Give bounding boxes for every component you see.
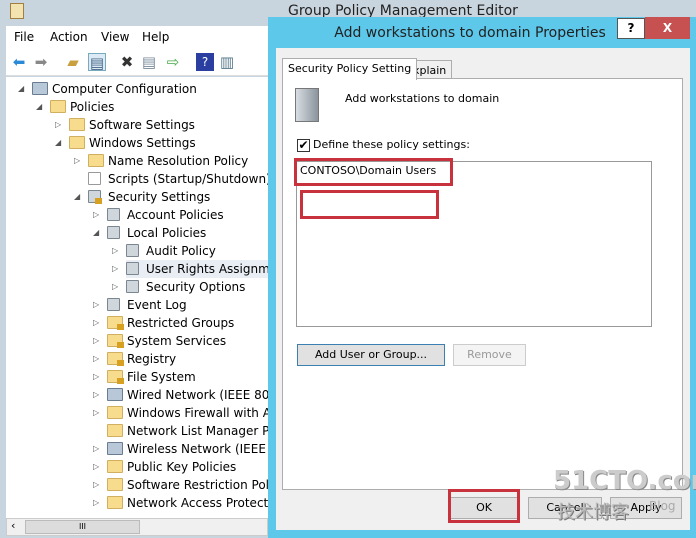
add-user-or-group-button[interactable]: Add User or Group... [297, 344, 445, 366]
tree-item-label: Security Settings [108, 190, 211, 204]
menu-view[interactable]: View [101, 30, 129, 44]
menu-help[interactable]: Help [142, 30, 169, 44]
help-icon[interactable]: ? [196, 53, 214, 71]
horizontal-scrollbar[interactable]: ‹ III [6, 518, 268, 536]
close-button[interactable]: X [645, 17, 690, 39]
tree-item-label: Scripts (Startup/Shutdown) [108, 172, 271, 186]
policy-name: Add workstations to domain [345, 92, 500, 105]
highlight-define [294, 158, 453, 186]
expand-arrow-icon[interactable]: ▷ [93, 296, 103, 314]
define-label: Define these policy settings: [313, 138, 470, 151]
tab-panel: Add workstations to domain ✔ Define thes… [282, 78, 683, 490]
remove-button[interactable]: Remove [453, 344, 526, 366]
expand-arrow-icon[interactable]: ▷ [74, 152, 84, 170]
tree-item-label: Computer Configuration [52, 82, 197, 96]
export-list-icon[interactable]: ⇨ [164, 53, 182, 71]
cancel-button[interactable]: Cancel [528, 497, 602, 519]
folder-icon [107, 406, 123, 419]
srv-icon [126, 244, 139, 257]
apply-button[interactable]: Apply [610, 497, 682, 519]
collapse-arrow-icon[interactable]: ◢ [93, 224, 103, 242]
app-icon[interactable] [10, 3, 24, 19]
srv-icon [126, 262, 139, 275]
properties-dialog: Add workstations to domain Properties ? … [268, 17, 696, 538]
collapse-arrow-icon[interactable]: ◢ [18, 80, 28, 98]
folder-icon [107, 478, 123, 491]
tree-item-label: Local Policies [127, 226, 207, 240]
folder-icon [88, 154, 104, 167]
expand-arrow-icon[interactable]: ▷ [112, 278, 122, 296]
expand-arrow-icon[interactable]: ▷ [93, 458, 103, 476]
expand-arrow-icon[interactable]: ▷ [93, 314, 103, 332]
srv-icon [126, 280, 139, 293]
expand-arrow-icon[interactable]: ▷ [112, 260, 122, 278]
dialog-client: Security Policy Setting Explain Add work… [276, 48, 690, 530]
help-button[interactable]: ? [617, 18, 645, 39]
net-icon [107, 388, 123, 401]
back-icon[interactable]: ⬅ [10, 53, 28, 71]
folder-icon [107, 496, 123, 509]
tree-item-label: Event Log [127, 298, 187, 312]
expand-arrow-icon[interactable]: ▷ [93, 404, 103, 422]
tree-item-label: Network Access Protection [127, 496, 287, 510]
collapse-arrow-icon[interactable]: ◢ [36, 98, 46, 116]
server-policy-icon [295, 88, 319, 122]
folder-icon [107, 460, 123, 473]
highlight-ok [448, 489, 520, 523]
expand-arrow-icon[interactable]: ▷ [93, 440, 103, 458]
tree-item-label: Software Settings [89, 118, 195, 132]
net-icon [107, 442, 123, 455]
folder-lock-icon [107, 316, 124, 330]
up-folder-icon[interactable]: ▰ [64, 53, 82, 71]
expand-arrow-icon[interactable]: ▷ [93, 476, 103, 494]
srv-icon [107, 298, 120, 311]
tree-item-label: System Services [127, 334, 227, 348]
expand-arrow-icon[interactable]: ▷ [93, 494, 103, 512]
computer-icon [32, 82, 48, 95]
collapse-arrow-icon[interactable]: ◢ [74, 188, 84, 206]
tab-security-policy-setting[interactable]: Security Policy Setting [282, 58, 418, 80]
menu-action[interactable]: Action [50, 30, 88, 44]
delete-icon[interactable]: ✖ [118, 53, 136, 71]
show-hide-tree-icon[interactable]: ▤ [88, 53, 106, 72]
console-tree[interactable]: ◢ Computer Configuration ◢ Policies ▷ Softwar… [6, 77, 526, 518]
expand-arrow-icon[interactable]: ▷ [93, 386, 103, 404]
doc-icon [88, 172, 101, 185]
expand-arrow-icon[interactable]: ▷ [93, 368, 103, 386]
tree-item-label: Windows Settings [89, 136, 196, 150]
folder-icon [50, 100, 66, 113]
tree-item-label: Account Policies [127, 208, 224, 222]
tree-item-label: Public Key Policies [127, 460, 237, 474]
tree-item-label: Restricted Groups [127, 316, 235, 330]
forward-icon[interactable]: ➡ [32, 53, 50, 71]
tree-item-label: Audit Policy [146, 244, 216, 258]
menu-file[interactable]: File [14, 30, 34, 44]
tree-item-label: Policies [70, 100, 115, 114]
expand-arrow-icon[interactable]: ▷ [93, 206, 103, 224]
folder-icon [107, 424, 123, 437]
tree-item-label: Security Options [146, 280, 246, 294]
folder-lock-icon [107, 370, 124, 384]
tree-item-label: Name Resolution Policy [108, 154, 249, 168]
scroll-left-icon[interactable]: ‹ [11, 519, 15, 532]
srv-icon [107, 208, 120, 221]
folder-icon [69, 118, 85, 131]
show-action-pane-icon[interactable]: ▥ [218, 53, 236, 71]
highlight-member [300, 190, 439, 219]
expand-arrow-icon[interactable]: ▷ [112, 242, 122, 260]
folder-lock-icon [107, 352, 124, 366]
expand-arrow-icon[interactable]: ▷ [93, 350, 103, 368]
collapse-arrow-icon[interactable]: ◢ [55, 134, 65, 152]
scroll-thumb[interactable]: III [25, 520, 140, 534]
folder-icon [69, 136, 85, 149]
define-checkbox[interactable]: ✔ [297, 139, 310, 152]
tree-item-label: File System [127, 370, 196, 384]
folder-lock-icon [107, 334, 124, 348]
properties-icon[interactable]: ▤ [140, 53, 158, 71]
expand-arrow-icon[interactable]: ▷ [93, 332, 103, 350]
tree-item-label: Registry [127, 352, 177, 366]
srv-icon [107, 226, 120, 239]
srv-lock-icon [88, 190, 102, 204]
expand-arrow-icon[interactable]: ▷ [55, 116, 65, 134]
